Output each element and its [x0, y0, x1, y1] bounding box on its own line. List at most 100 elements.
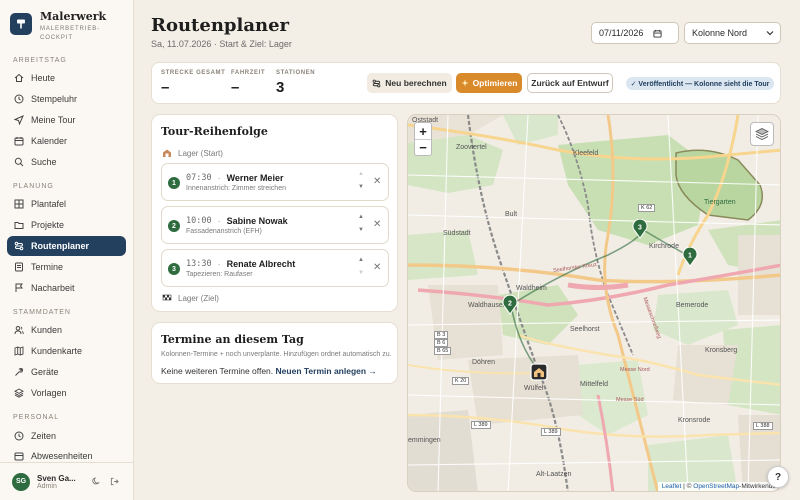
tour-stop[interactable]: 1 07:30 · Werner Meier Innenanstrich: Zi… — [161, 163, 389, 201]
route-stats-bar: STRECKE GESAMT – FAHRZEIT – STATIONEN 3 … — [151, 62, 781, 104]
map-label: Kleefeld — [573, 150, 599, 157]
calendar-off-icon — [14, 452, 24, 461]
marker-number: 1 — [688, 253, 692, 260]
page-subtitle: Sa, 11.07.2026 · Start & Ziel: Lager — [151, 39, 292, 49]
stat-distance-value: – — [161, 79, 170, 96]
move-up-button[interactable]: ▲ — [358, 171, 364, 177]
recalculate-button[interactable]: Neu berechnen — [367, 73, 452, 93]
list-icon — [15, 262, 23, 272]
zoom-in-button[interactable]: + — [415, 123, 431, 139]
appointments-card: Termine an diesem Tag Kolonnen-Termine +… — [151, 322, 398, 384]
app-name: Malerwerk — [40, 10, 107, 23]
warehouse-marker-icon[interactable] — [530, 363, 548, 381]
map-label: Messe Süd — [616, 397, 644, 403]
sidebar-item-label: Zeiten — [31, 431, 57, 441]
sidebar-item-kalender[interactable]: Kalender — [7, 131, 126, 151]
map-marker-stop[interactable]: 3 — [632, 219, 648, 239]
leaflet-link[interactable]: Leaflet — [662, 483, 682, 490]
move-up-button[interactable]: ▲ — [358, 257, 364, 263]
zoom-out-button[interactable]: − — [415, 139, 431, 155]
sidebar-item-nacharbeit[interactable]: Nacharbeit — [7, 278, 126, 298]
calendar-icon — [653, 29, 662, 38]
optimize-button[interactable]: Optimieren — [456, 73, 522, 93]
moon-icon[interactable] — [91, 477, 100, 486]
map-label: Bult — [505, 211, 518, 218]
stop-description: Innenanstrich: Zimmer streichen — [186, 185, 286, 192]
attribution-separator: | © — [683, 483, 692, 490]
user-name: Sven Ga... — [37, 473, 76, 483]
section-stammdaten: STAMMDATEN — [13, 309, 71, 316]
layers-icon — [755, 128, 769, 140]
stop-number-badge: 1 — [168, 177, 180, 189]
sidebar-item-geraete[interactable]: Geräte — [7, 362, 126, 382]
help-button[interactable]: ? — [767, 466, 789, 488]
move-down-button[interactable]: ▼ — [358, 270, 364, 276]
recalculate-label: Neu berechnen — [385, 78, 447, 88]
map-label: Wülfel — [524, 385, 544, 392]
tour-stop[interactable]: 3 13:30 · Renate Albrecht Tapezieren: Ra… — [161, 249, 389, 287]
sidebar: Malerwerk MALERBETRIEB-COCKPIT ARBEITSTA… — [0, 0, 134, 500]
sidebar-item-label: Suche — [31, 157, 57, 167]
map-marker-stop[interactable]: 1 — [682, 247, 698, 267]
marker-number: 3 — [638, 225, 642, 232]
sidebar-item-label: Vorlagen — [31, 388, 67, 398]
move-up-button[interactable]: ▲ — [358, 214, 364, 220]
sidebar-item-stempeluhr[interactable]: Stempeluhr — [7, 89, 126, 109]
remove-stop-button[interactable]: ✕ — [373, 262, 381, 273]
sidebar-item-suche[interactable]: Suche — [7, 152, 126, 172]
map-label: Kirchrode — [649, 243, 679, 250]
users-icon — [14, 326, 24, 335]
tour-end: Lager (Ziel) — [162, 293, 219, 303]
status-badge: ✓ Veröffentlicht — Kolonne sieht die Tou… — [626, 77, 774, 90]
stop-time: 13:30 — [186, 259, 212, 269]
chevron-down-icon — [766, 31, 774, 36]
date-input[interactable]: 07/11/2026 — [591, 22, 679, 44]
tour-start-label: Lager (Start) — [178, 148, 223, 158]
sidebar-item-meine-tour[interactable]: Meine Tour — [7, 110, 126, 130]
layers-button[interactable] — [750, 122, 774, 146]
road-badge: B 3 — [434, 331, 449, 339]
road-badge: K 20 — [452, 377, 470, 385]
new-appointment-link[interactable]: Neuen Termin anlegen → — [276, 366, 377, 376]
map-label: Südstadt — [443, 230, 471, 237]
avatar[interactable]: SG — [12, 472, 30, 491]
stat-stations: STATIONEN 3 — [276, 70, 315, 96]
tour-order-title: Tour-Reihenfolge — [161, 125, 268, 138]
section-arbeitstag: ARBEITSTAG — [13, 57, 67, 64]
sidebar-item-projekte[interactable]: Projekte — [7, 215, 126, 235]
map-label: Döhren — [472, 359, 495, 366]
sidebar-item-vorlagen[interactable]: Vorlagen — [7, 383, 126, 403]
separator-dot: · — [217, 216, 221, 226]
road-badge: B 65 — [434, 347, 452, 355]
route-map[interactable]: Oststadt Zooviertel Kleefeld Tiergarten … — [407, 114, 781, 492]
sidebar-item-label: Stempeluhr — [31, 94, 78, 104]
remove-stop-button[interactable]: ✕ — [373, 176, 381, 187]
sidebar-item-label: Kunden — [31, 325, 63, 335]
sidebar-item-kundenkarte[interactable]: Kundenkarte — [7, 341, 126, 361]
back-to-draft-button[interactable]: Zurück auf Entwurf — [527, 73, 613, 93]
logout-icon[interactable] — [110, 477, 119, 486]
move-down-button[interactable]: ▼ — [358, 184, 364, 190]
separator-dot: · — [217, 259, 221, 269]
appointments-empty-text: Keine weiteren Termine offen. — [161, 366, 274, 376]
road-badge: B 6 — [434, 339, 449, 347]
osm-link[interactable]: OpenStreetMap — [693, 483, 739, 490]
sidebar-item-routenplaner[interactable]: Routenplaner — [7, 236, 126, 256]
sidebar-item-termine[interactable]: Termine — [7, 257, 126, 277]
sidebar-item-heute[interactable]: Heute — [7, 68, 126, 88]
tool-icon — [15, 367, 24, 376]
app-subtitle: MALERBETRIEB-COCKPIT — [40, 26, 101, 41]
sidebar-item-kunden[interactable]: Kunden — [7, 320, 126, 340]
sidebar-item-zeiten[interactable]: Zeiten — [7, 426, 126, 446]
tour-stop[interactable]: 2 10:00 · Sabine Nowak Fassadenanstrich … — [161, 206, 389, 244]
search-icon — [14, 157, 24, 167]
tour-order-card: Tour-Reihenfolge Lager (Start) 1 07:30 ·… — [151, 114, 398, 312]
brand[interactable]: Malerwerk MALERBETRIEB-COCKPIT — [10, 10, 106, 43]
zoom-control: + − — [414, 122, 432, 156]
crew-select[interactable]: Kolonne Nord — [684, 22, 781, 44]
move-down-button[interactable]: ▼ — [358, 227, 364, 233]
map-marker-stop[interactable]: 2 — [502, 295, 518, 315]
sidebar-item-plantafel[interactable]: Plantafel — [7, 194, 126, 214]
remove-stop-button[interactable]: ✕ — [373, 219, 381, 230]
date-value: 07/11/2026 — [599, 28, 644, 38]
